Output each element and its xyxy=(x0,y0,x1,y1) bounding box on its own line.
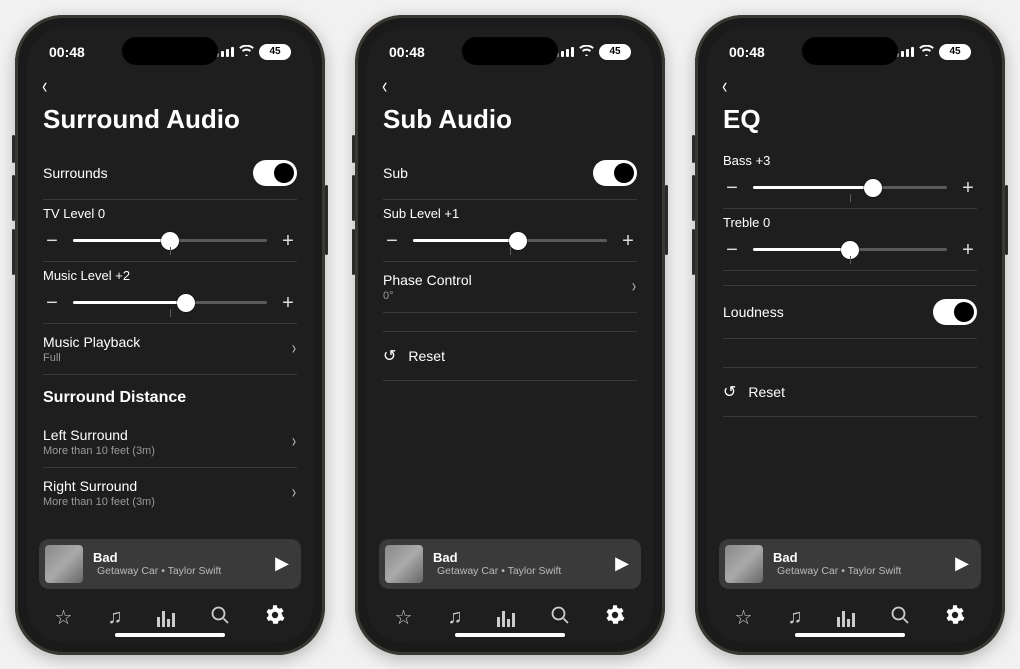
treble-label: Treble 0 xyxy=(723,215,977,230)
chevron-right-icon: › xyxy=(632,276,636,297)
treble-slider[interactable] xyxy=(753,248,947,251)
tv-level-label: TV Level 0 xyxy=(43,206,297,221)
tab-browse[interactable] xyxy=(837,609,855,627)
back-button[interactable]: ‹ xyxy=(42,75,47,97)
surround-distance-section: Surround Distance xyxy=(43,375,297,417)
dynamic-island xyxy=(462,37,558,65)
cellular-icon xyxy=(556,47,574,57)
album-art xyxy=(45,545,83,583)
home-indicator[interactable] xyxy=(795,633,905,637)
plus-icon[interactable]: + xyxy=(279,293,297,313)
play-icon[interactable]: ▶ xyxy=(615,553,629,574)
surrounds-toggle[interactable] xyxy=(253,160,297,186)
reset-label: Reset xyxy=(748,384,785,400)
mini-player[interactable]: Bad Getaway Car • Taylor Swift ▶ xyxy=(379,539,641,589)
mini-title: Bad xyxy=(93,550,265,565)
mini-subtitle: Getaway Car • Taylor Swift xyxy=(777,565,901,577)
tab-music[interactable]: ♫ xyxy=(447,606,462,629)
tab-browse[interactable] xyxy=(497,609,515,627)
page-title: Surround Audio xyxy=(27,98,313,147)
reset-icon: ↻ xyxy=(383,346,396,366)
minus-icon[interactable]: − xyxy=(383,231,401,251)
sub-level-slider[interactable] xyxy=(413,239,607,242)
wifi-icon xyxy=(919,45,934,58)
reset-icon: ↻ xyxy=(723,382,736,402)
dynamic-island xyxy=(122,37,218,65)
plus-icon[interactable]: + xyxy=(959,240,977,260)
reset-row[interactable]: ↻ Reset xyxy=(383,332,637,380)
minus-icon[interactable]: − xyxy=(43,293,61,313)
chevron-right-icon: › xyxy=(292,482,296,503)
music-playback-row[interactable]: Music Playback Full › xyxy=(43,324,297,374)
phone-eq: 00:48 45 ‹ EQ Bass +3 − xyxy=(695,15,1005,655)
phase-control-row[interactable]: Phase Control 0° › xyxy=(383,262,637,312)
minus-icon[interactable]: − xyxy=(43,231,61,251)
status-time: 00:48 xyxy=(49,44,85,60)
status-time: 00:48 xyxy=(729,44,765,60)
tab-search[interactable] xyxy=(550,605,570,631)
battery-icon: 45 xyxy=(599,44,631,60)
home-indicator[interactable] xyxy=(455,633,565,637)
sub-level-label: Sub Level +1 xyxy=(383,206,637,221)
plus-icon[interactable]: + xyxy=(619,231,637,251)
left-surround-row[interactable]: Left Surround More than 10 feet (3m) › xyxy=(43,417,297,467)
mini-player[interactable]: Bad Getaway Car • Taylor Swift ▶ xyxy=(719,539,981,589)
cellular-icon xyxy=(216,47,234,57)
page-title: EQ xyxy=(707,98,993,147)
chevron-right-icon: › xyxy=(292,338,296,359)
right-surround-row[interactable]: Right Surround More than 10 feet (3m) › xyxy=(43,468,297,518)
bass-label: Bass +3 xyxy=(723,153,977,168)
wifi-icon xyxy=(579,45,594,58)
tab-settings[interactable] xyxy=(265,605,285,631)
minus-icon[interactable]: − xyxy=(723,240,741,260)
mini-title: Bad xyxy=(433,550,605,565)
battery-icon: 45 xyxy=(259,44,291,60)
tab-favorites[interactable]: ☆ xyxy=(735,605,753,630)
plus-icon[interactable]: + xyxy=(959,178,977,198)
mini-subtitle: Getaway Car • Taylor Swift xyxy=(97,565,221,577)
tab-settings[interactable] xyxy=(945,605,965,631)
mini-player[interactable]: Bad Getaway Car • Taylor Swift ▶ xyxy=(39,539,301,589)
play-icon[interactable]: ▶ xyxy=(275,553,289,574)
play-icon[interactable]: ▶ xyxy=(955,553,969,574)
music-level-slider[interactable] xyxy=(73,301,267,304)
tab-favorites[interactable]: ☆ xyxy=(395,605,413,630)
wifi-icon xyxy=(239,45,254,58)
sub-toggle[interactable] xyxy=(593,160,637,186)
sub-label: Sub xyxy=(383,165,593,181)
tab-music[interactable]: ♫ xyxy=(107,606,122,629)
tab-favorites[interactable]: ☆ xyxy=(55,605,73,630)
dynamic-island xyxy=(802,37,898,65)
mini-subtitle: Getaway Car • Taylor Swift xyxy=(437,565,561,577)
tab-browse[interactable] xyxy=(157,609,175,627)
reset-row[interactable]: ↻ Reset xyxy=(723,368,977,416)
music-level-label: Music Level +2 xyxy=(43,268,297,283)
minus-icon[interactable]: − xyxy=(723,178,741,198)
cellular-icon xyxy=(896,47,914,57)
plus-icon[interactable]: + xyxy=(279,231,297,251)
album-art xyxy=(385,545,423,583)
page-title: Sub Audio xyxy=(367,98,653,147)
back-button[interactable]: ‹ xyxy=(382,75,387,97)
mini-title: Bad xyxy=(773,550,945,565)
back-button[interactable]: ‹ xyxy=(722,75,727,97)
album-art xyxy=(725,545,763,583)
reset-label: Reset xyxy=(408,348,445,364)
loudness-label: Loudness xyxy=(723,304,933,320)
tv-level-slider[interactable] xyxy=(73,239,267,242)
surrounds-label: Surrounds xyxy=(43,165,253,181)
chevron-right-icon: › xyxy=(292,431,296,452)
status-time: 00:48 xyxy=(389,44,425,60)
tab-settings[interactable] xyxy=(605,605,625,631)
tab-music[interactable]: ♫ xyxy=(787,606,802,629)
tab-search[interactable] xyxy=(890,605,910,631)
loudness-toggle[interactable] xyxy=(933,299,977,325)
phone-sub-audio: 00:48 45 ‹ Sub Audio Sub Sub Level +1 xyxy=(355,15,665,655)
battery-icon: 45 xyxy=(939,44,971,60)
phone-surround-audio: 00:48 45 ‹ Surround Audio Surrounds xyxy=(15,15,325,655)
home-indicator[interactable] xyxy=(115,633,225,637)
bass-slider[interactable] xyxy=(753,186,947,189)
tab-search[interactable] xyxy=(210,605,230,631)
